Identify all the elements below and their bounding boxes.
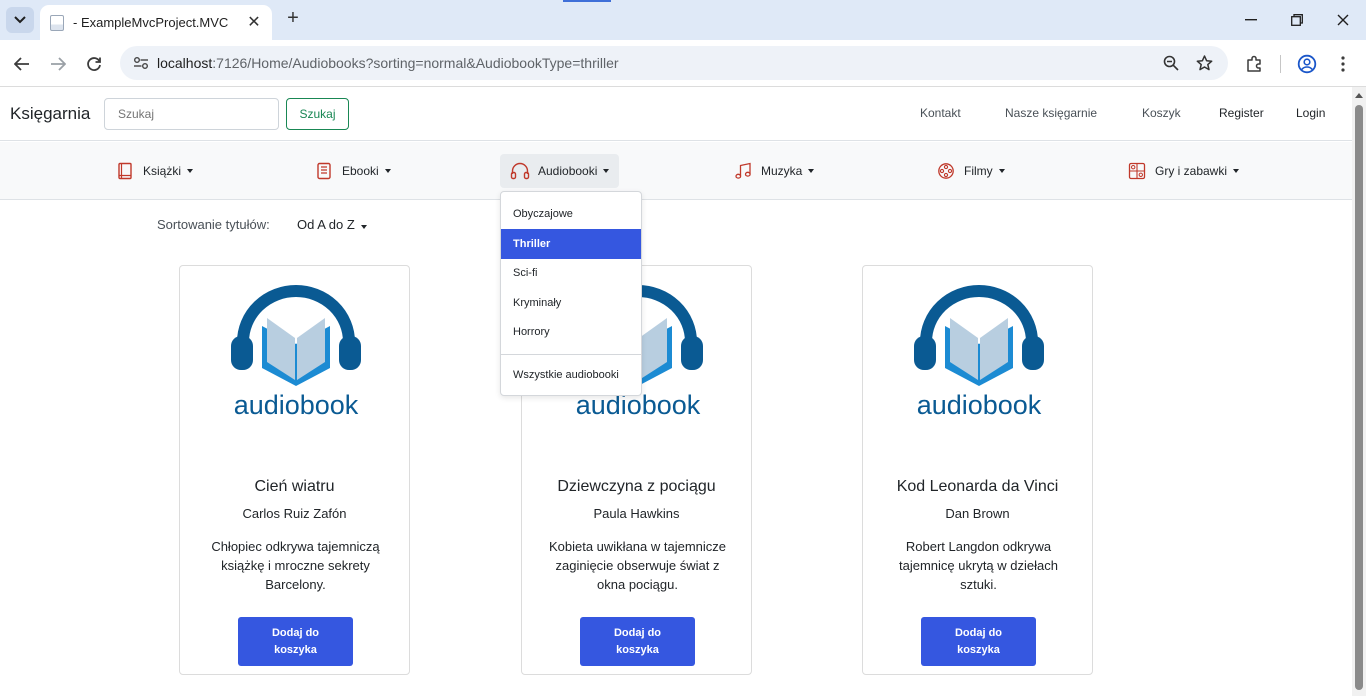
sorting-dropdown-toggle[interactable]: Od A do Z <box>297 217 367 232</box>
restore-icon[interactable] <box>1283 8 1311 32</box>
audiobook-cover-image: audiobook <box>914 285 1044 420</box>
search-button[interactable]: Szukaj <box>286 98 349 130</box>
dropdown-item-kryminaly[interactable]: Kryminały <box>501 288 641 318</box>
scrollbar-thumb[interactable] <box>1355 105 1363 690</box>
category-label: Muzyka <box>761 164 803 178</box>
sorting-label: Sortowanie tytułów: <box>157 217 270 232</box>
category-ebooki[interactable]: Ebooki <box>304 154 401 188</box>
book-author: Paula Hawkins <box>593 506 680 521</box>
url-text[interactable]: localhost:7126/Home/Audiobooks?sorting=n… <box>157 55 619 71</box>
profile-icon[interactable] <box>1295 52 1319 76</box>
book-description: Kobieta uwikłana w tajemnicze zaginięcie… <box>548 539 727 592</box>
nav-link-koszyk[interactable]: Koszyk <box>1142 106 1181 120</box>
dropdown-item-thriller[interactable]: Thriller <box>501 229 641 259</box>
book-description: Chłopiec odkrywa tajemniczą książkę i mr… <box>211 539 380 592</box>
caret-down-icon <box>187 169 194 173</box>
url-host: localhost <box>157 55 213 71</box>
cover-caption: audiobook <box>917 390 1042 420</box>
caret-down-icon <box>603 169 610 173</box>
minimize-icon[interactable] <box>1237 8 1265 32</box>
category-label: Filmy <box>964 164 993 178</box>
new-tab-plus-icon[interactable]: + <box>282 8 304 30</box>
book-author: Dan Brown <box>945 506 1010 521</box>
category-ksiazki[interactable]: Książki <box>105 154 203 188</box>
headphones-icon <box>510 161 530 181</box>
cover-caption: audiobook <box>234 390 359 420</box>
browser-tab-active[interactable]: - ExampleMvcProject.MVC ✕ <box>40 5 272 40</box>
close-window-icon[interactable] <box>1329 8 1357 32</box>
brand-logo-text[interactable]: Księgarnia <box>10 104 90 124</box>
dropdown-item-horrory[interactable]: Horrory <box>501 317 641 347</box>
category-audiobooki[interactable]: Audiobooki <box>500 154 620 188</box>
book-title: Dziewczyna z pociągu <box>557 478 716 495</box>
browser-toolbar: localhost:7126/Home/Audiobooks?sorting=n… <box>0 40 1366 87</box>
book-author: Carlos Ruiz Zafón <box>242 506 347 521</box>
browser-menu-kebab-icon[interactable] <box>1331 52 1355 76</box>
page-favicon-icon <box>50 14 64 31</box>
nav-link-kontakt[interactable]: Kontakt <box>920 106 961 120</box>
dropdown-item-obyczajowe[interactable]: Obyczajowe <box>501 199 641 229</box>
book-card: audiobook Cień wiatru Carlos Ruiz Zafón … <box>179 265 410 675</box>
sorting-value: Od A do Z <box>297 217 355 232</box>
category-filmy[interactable]: Filmy <box>926 154 1015 188</box>
dropdown-divider <box>501 354 641 355</box>
browser-tab-strip: - ExampleMvcProject.MVC ✕ + <box>0 0 1366 40</box>
category-label: Książki <box>143 164 182 178</box>
tab-strip-accent <box>563 0 611 2</box>
tab-close-icon[interactable]: ✕ <box>244 12 264 32</box>
site-info-icon[interactable] <box>132 54 150 72</box>
top-navbar: Księgarnia Szukaj Kontakt Nasze księgarn… <box>0 87 1352 141</box>
search-input[interactable] <box>104 98 279 130</box>
url-path: :7126/Home/Audiobooks?sorting=normal&Aud… <box>212 55 619 71</box>
category-muzyka[interactable]: Muzyka <box>723 154 824 188</box>
address-bar[interactable]: localhost:7126/Home/Audiobooks?sorting=n… <box>120 46 1228 80</box>
nav-link-login[interactable]: Login <box>1296 106 1325 120</box>
book-title: Cień wiatru <box>254 478 335 495</box>
category-navbar: Książki Ebooki Audiobooki Muzyka Filmy G… <box>0 142 1352 200</box>
category-label: Audiobooki <box>538 164 598 178</box>
reload-icon[interactable] <box>82 52 106 76</box>
nav-link-register[interactable]: Register <box>1219 106 1264 120</box>
category-label: Ebooki <box>342 164 379 178</box>
page-scrollbar[interactable] <box>1352 87 1366 696</box>
caret-down-icon <box>998 169 1005 173</box>
back-arrow-icon[interactable] <box>10 52 34 76</box>
dropdown-item-sci-fi[interactable]: Sci-fi <box>501 258 641 288</box>
toys-icon <box>1127 161 1147 181</box>
nav-link-nasze-ksiegarnie[interactable]: Nasze księgarnie <box>1005 106 1097 120</box>
caret-down-icon <box>360 225 367 229</box>
chevron-down-icon <box>14 16 26 24</box>
audiobooki-dropdown-menu: Obyczajowe Thriller Sci-fi Kryminały Hor… <box>500 191 642 396</box>
extensions-puzzle-icon[interactable] <box>1242 52 1266 76</box>
book-title: Kod Leonarda da Vinci <box>896 478 1059 495</box>
caret-down-icon <box>808 169 815 173</box>
forward-arrow-icon[interactable] <box>46 52 70 76</box>
zoom-magnifier-icon[interactable] <box>1161 53 1181 73</box>
add-to-cart-button[interactable]: Dodaj do koszyka <box>580 617 695 666</box>
tab-title: - ExampleMvcProject.MVC <box>73 15 229 30</box>
scroll-up-arrow-icon[interactable] <box>1355 93 1363 98</box>
film-reel-icon <box>936 161 956 181</box>
bookmark-star-icon[interactable] <box>1194 53 1214 73</box>
music-icon <box>733 161 753 181</box>
dropdown-item-wszystkie[interactable]: Wszystkie audiobooki <box>501 360 641 390</box>
ebook-icon <box>314 161 334 181</box>
add-to-cart-button[interactable]: Dodaj do koszyka <box>238 617 353 666</box>
book-icon <box>115 161 135 181</box>
book-description: Robert Langdon odkrywa tajemnicę ukrytą … <box>899 539 1058 592</box>
page-content: Księgarnia Szukaj Kontakt Nasze księgarn… <box>0 87 1352 696</box>
audiobook-cover-image: audiobook <box>231 285 361 420</box>
caret-down-icon <box>1233 169 1240 173</box>
category-gry-i-zabawki[interactable]: Gry i zabawki <box>1117 154 1249 188</box>
book-card: audiobook Kod Leonarda da Vinci Dan Brow… <box>862 265 1093 675</box>
toolbar-divider <box>1280 55 1281 73</box>
caret-down-icon <box>384 169 391 173</box>
tab-search-button[interactable] <box>6 7 34 33</box>
add-to-cart-button[interactable]: Dodaj do koszyka <box>921 617 1036 666</box>
category-label: Gry i zabawki <box>1155 164 1228 178</box>
